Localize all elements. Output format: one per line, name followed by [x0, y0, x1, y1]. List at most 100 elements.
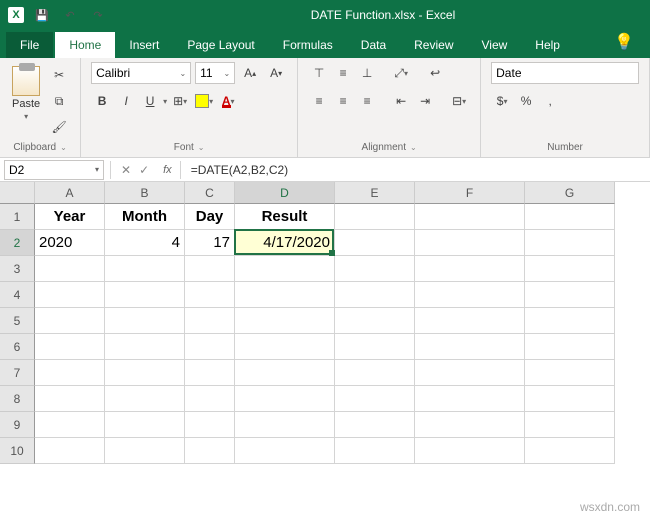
- cell-g9[interactable]: [525, 412, 615, 438]
- cell-d6[interactable]: [235, 334, 335, 360]
- tell-me-icon[interactable]: 💡: [614, 32, 634, 52]
- cell-f3[interactable]: [415, 256, 525, 282]
- cell-g10[interactable]: [525, 438, 615, 464]
- cell-f10[interactable]: [415, 438, 525, 464]
- col-header-g[interactable]: G: [525, 182, 615, 204]
- cell-e2[interactable]: [335, 230, 415, 256]
- align-middle-icon[interactable]: ≡: [332, 62, 354, 84]
- row-header-4[interactable]: 4: [0, 282, 35, 308]
- cell-g6[interactable]: [525, 334, 615, 360]
- cell-f2[interactable]: [415, 230, 525, 256]
- fill-color-icon[interactable]: ▾: [193, 90, 215, 112]
- cell-f6[interactable]: [415, 334, 525, 360]
- select-all-corner[interactable]: [0, 182, 35, 204]
- row-header-7[interactable]: 7: [0, 360, 35, 386]
- tab-review[interactable]: Review: [400, 32, 467, 58]
- cell-g3[interactable]: [525, 256, 615, 282]
- cell-c2[interactable]: 17: [185, 230, 235, 256]
- row-header-1[interactable]: 1: [0, 204, 35, 230]
- row-header-8[interactable]: 8: [0, 386, 35, 412]
- cell-e6[interactable]: [335, 334, 415, 360]
- currency-icon[interactable]: $▾: [491, 90, 513, 112]
- cell-b3[interactable]: [105, 256, 185, 282]
- cell-c4[interactable]: [185, 282, 235, 308]
- number-format-combo[interactable]: Date: [491, 62, 639, 84]
- cell-d3[interactable]: [235, 256, 335, 282]
- cell-f5[interactable]: [415, 308, 525, 334]
- cell-f9[interactable]: [415, 412, 525, 438]
- align-left-icon[interactable]: ≡: [308, 90, 330, 112]
- cell-f8[interactable]: [415, 386, 525, 412]
- cell-a1[interactable]: Year: [35, 204, 105, 230]
- cell-d9[interactable]: [235, 412, 335, 438]
- cancel-icon[interactable]: ✕: [121, 163, 131, 177]
- cell-e8[interactable]: [335, 386, 415, 412]
- comma-icon[interactable]: ,: [539, 90, 561, 112]
- col-header-c[interactable]: C: [185, 182, 235, 204]
- col-header-a[interactable]: A: [35, 182, 105, 204]
- cell-b1[interactable]: Month: [105, 204, 185, 230]
- underline-button[interactable]: U: [139, 90, 161, 112]
- cell-e9[interactable]: [335, 412, 415, 438]
- cell-f1[interactable]: [415, 204, 525, 230]
- cell-a9[interactable]: [35, 412, 105, 438]
- cell-e1[interactable]: [335, 204, 415, 230]
- cell-g1[interactable]: [525, 204, 615, 230]
- cell-f4[interactable]: [415, 282, 525, 308]
- col-header-f[interactable]: F: [415, 182, 525, 204]
- paste-button[interactable]: Paste ▾: [10, 62, 42, 121]
- qat-undo-icon[interactable]: ↶: [60, 6, 80, 24]
- name-box[interactable]: D2▾: [4, 160, 104, 180]
- cell-g7[interactable]: [525, 360, 615, 386]
- cell-e4[interactable]: [335, 282, 415, 308]
- tab-help[interactable]: Help: [521, 32, 574, 58]
- cell-b7[interactable]: [105, 360, 185, 386]
- cell-c5[interactable]: [185, 308, 235, 334]
- decrease-font-icon[interactable]: A▾: [265, 62, 287, 84]
- col-header-b[interactable]: B: [105, 182, 185, 204]
- cell-e10[interactable]: [335, 438, 415, 464]
- tab-insert[interactable]: Insert: [115, 32, 173, 58]
- cell-d8[interactable]: [235, 386, 335, 412]
- align-bottom-icon[interactable]: ⊥: [356, 62, 378, 84]
- format-painter-icon[interactable]: 🖌: [48, 116, 70, 138]
- cell-d10[interactable]: [235, 438, 335, 464]
- row-header-6[interactable]: 6: [0, 334, 35, 360]
- cell-c8[interactable]: [185, 386, 235, 412]
- orientation-icon[interactable]: ⤢▾: [390, 62, 412, 84]
- cell-d4[interactable]: [235, 282, 335, 308]
- cell-f7[interactable]: [415, 360, 525, 386]
- cell-d2[interactable]: 4/17/2020: [235, 230, 335, 256]
- align-right-icon[interactable]: ≡: [356, 90, 378, 112]
- cell-e5[interactable]: [335, 308, 415, 334]
- cell-a2[interactable]: 2020: [35, 230, 105, 256]
- cell-a5[interactable]: [35, 308, 105, 334]
- tab-page-layout[interactable]: Page Layout: [173, 32, 268, 58]
- cell-b4[interactable]: [105, 282, 185, 308]
- cell-b5[interactable]: [105, 308, 185, 334]
- cell-b10[interactable]: [105, 438, 185, 464]
- increase-indent-icon[interactable]: ⇥: [414, 90, 436, 112]
- cell-a3[interactable]: [35, 256, 105, 282]
- row-header-9[interactable]: 9: [0, 412, 35, 438]
- cell-b9[interactable]: [105, 412, 185, 438]
- row-header-5[interactable]: 5: [0, 308, 35, 334]
- percent-icon[interactable]: %: [515, 90, 537, 112]
- row-header-2[interactable]: 2: [0, 230, 35, 256]
- tab-data[interactable]: Data: [347, 32, 400, 58]
- cell-c10[interactable]: [185, 438, 235, 464]
- increase-font-icon[interactable]: A▴: [239, 62, 261, 84]
- cell-a6[interactable]: [35, 334, 105, 360]
- cell-g8[interactable]: [525, 386, 615, 412]
- decrease-indent-icon[interactable]: ⇤: [390, 90, 412, 112]
- align-top-icon[interactable]: ⊤: [308, 62, 330, 84]
- col-header-e[interactable]: E: [335, 182, 415, 204]
- cell-b8[interactable]: [105, 386, 185, 412]
- tab-home[interactable]: Home: [55, 32, 115, 58]
- cell-e3[interactable]: [335, 256, 415, 282]
- font-name-combo[interactable]: Calibri⌄: [91, 62, 191, 84]
- cell-c3[interactable]: [185, 256, 235, 282]
- qat-redo-icon[interactable]: ↷: [88, 6, 108, 24]
- cell-a8[interactable]: [35, 386, 105, 412]
- cell-d1[interactable]: Result: [235, 204, 335, 230]
